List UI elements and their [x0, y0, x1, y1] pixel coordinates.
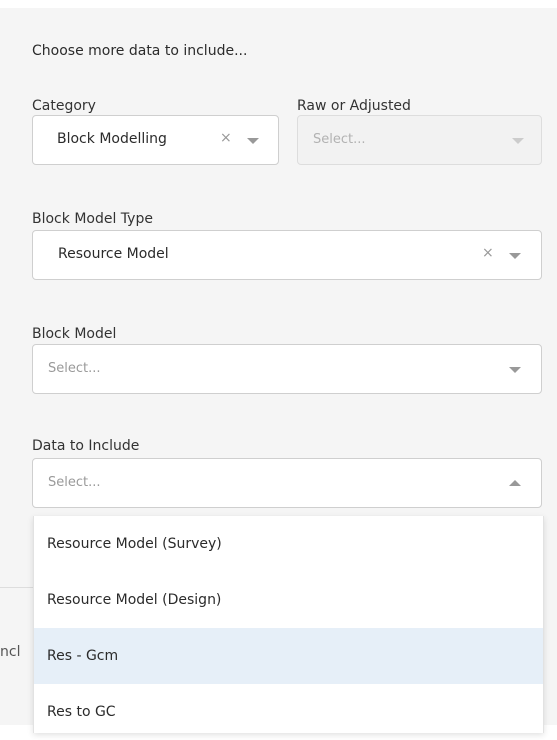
background-partial-text: ncl: [0, 644, 21, 660]
block-model-select[interactable]: Select...: [32, 344, 542, 394]
block-model-type-value: Resource Model: [58, 246, 169, 262]
category-label: Category: [32, 98, 96, 114]
data-to-include-placeholder: Select...: [48, 475, 101, 490]
category-select[interactable]: Block Modelling ×: [32, 115, 279, 165]
chevron-down-icon[interactable]: [509, 367, 521, 373]
chevron-down-icon: [512, 138, 524, 144]
data-to-include-select[interactable]: Select...: [32, 458, 542, 508]
raw-or-adjusted-placeholder: Select...: [313, 132, 366, 147]
dropdown-menu: Resource Model (Survey) Resource Model (…: [33, 516, 544, 733]
chevron-down-icon[interactable]: [509, 253, 521, 259]
block-model-type-select[interactable]: Resource Model ×: [32, 230, 542, 280]
dropdown-option[interactable]: Resource Model (Survey): [34, 516, 543, 572]
block-model-placeholder: Select...: [48, 361, 101, 376]
raw-or-adjusted-label: Raw or Adjusted: [297, 98, 411, 114]
dropdown-option-highlighted[interactable]: Res - Gcm: [34, 628, 543, 684]
block-model-label: Block Model: [32, 326, 117, 342]
category-value: Block Modelling: [57, 131, 167, 147]
data-to-include-label: Data to Include: [32, 438, 140, 454]
background-divider: [0, 587, 33, 588]
chevron-down-icon[interactable]: [247, 138, 259, 144]
close-icon[interactable]: ×: [482, 245, 494, 261]
raw-or-adjusted-select[interactable]: Select...: [297, 115, 542, 165]
close-icon[interactable]: ×: [220, 130, 232, 146]
block-model-type-label: Block Model Type: [32, 211, 153, 227]
dropdown-option[interactable]: Res to GC: [34, 684, 543, 740]
include-data-panel: Choose more data to include... Category …: [0, 8, 557, 733]
chevron-up-icon[interactable]: [509, 480, 521, 486]
panel-heading: Choose more data to include...: [32, 43, 248, 59]
dropdown-option[interactable]: Resource Model (Design): [34, 572, 543, 628]
